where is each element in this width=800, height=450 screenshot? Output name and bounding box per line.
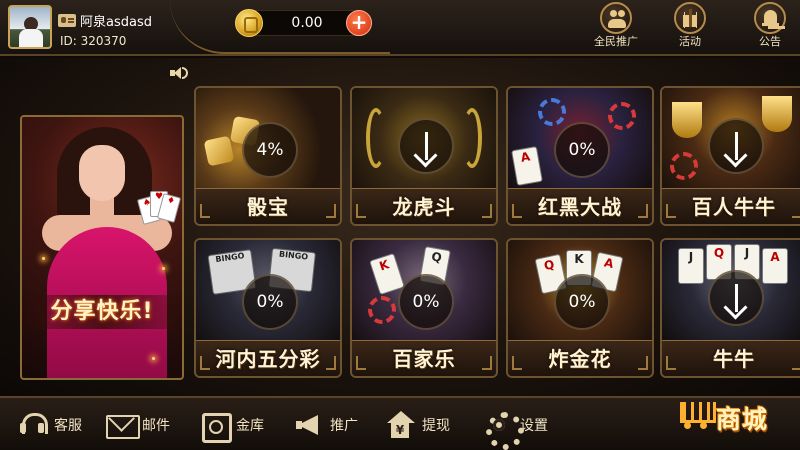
nav-withdraw[interactable]: 提现 — [386, 410, 450, 440]
user-id: ID: 320370 — [60, 34, 127, 48]
top-bar: 阿泉asdasd ID: 320370 0.00 + 全民推广 活动 公告 — [0, 0, 800, 56]
coin-icon — [235, 9, 263, 37]
balance-value: 0.00 — [291, 15, 323, 31]
gift-icon — [674, 2, 706, 34]
chip-icon — [608, 102, 636, 130]
game-tile-baccarat[interactable]: K Q 0% 百家乐 — [350, 238, 498, 378]
nav-promote[interactable]: 推广 — [294, 410, 358, 440]
nav-label: 推广 — [330, 418, 358, 434]
balance-box: 0.00 + — [235, 9, 372, 37]
nav-label: 设置 — [520, 418, 548, 434]
promo-girl-face — [79, 145, 125, 201]
game-tile-red-black[interactable]: A 0% 红黑大战 — [506, 86, 654, 226]
download-progress: 0% — [242, 274, 298, 330]
promo-banner[interactable]: ♠ ♥ ♦ 分享快乐! — [20, 115, 184, 380]
laurel-icon — [366, 108, 386, 168]
withdraw-house-icon — [386, 411, 416, 439]
dice-icon — [203, 135, 235, 167]
game-tile-hanoi-lottery[interactable]: BINGO BINGO 0% 河内五分彩 — [194, 238, 342, 378]
id-card-icon — [58, 14, 76, 27]
card-icon: A — [762, 248, 788, 284]
download-progress: 0% — [398, 274, 454, 330]
download-icon[interactable] — [708, 118, 764, 174]
avatar-body — [19, 29, 43, 47]
announcements-button[interactable]: 公告 — [746, 2, 794, 49]
sparkle — [162, 267, 165, 270]
download-progress: 0% — [554, 122, 610, 178]
game-name: 牛牛 — [713, 347, 755, 371]
nav-label: 提现 — [422, 418, 450, 434]
nav-label: 邮件 — [142, 418, 170, 434]
game-tile-hundred-niuniu[interactable]: 百人牛牛 — [660, 86, 800, 226]
chip-icon — [670, 152, 698, 180]
game-name: 百家乐 — [392, 347, 456, 371]
game-name: 龙虎斗 — [392, 195, 456, 219]
megaphone-icon — [294, 411, 324, 439]
username: 阿泉asdasd — [80, 15, 152, 30]
mail-icon — [106, 411, 140, 439]
game-tile-sicbo[interactable]: 4% 骰宝 — [194, 86, 342, 226]
download-icon[interactable] — [708, 270, 764, 326]
nav-label: 金库 — [236, 418, 264, 434]
add-funds-button[interactable]: + — [346, 10, 372, 36]
announcements-label: 公告 — [759, 35, 781, 48]
game-tile-niuniu[interactable]: J Q J A 牛牛 — [660, 238, 800, 378]
card-icon: A — [511, 146, 543, 186]
sparkle — [152, 357, 155, 360]
nav-label: 客服 — [54, 418, 82, 434]
people-icon — [600, 2, 632, 34]
bell-icon — [754, 2, 786, 34]
trophy-icon — [762, 96, 792, 132]
download-icon[interactable] — [398, 118, 454, 174]
game-name: 骰宝 — [247, 195, 289, 219]
laurel-icon — [462, 108, 482, 168]
game-tile-dragon-tiger[interactable]: 龙虎斗 — [350, 86, 498, 226]
game-name: 炸金花 — [548, 347, 612, 371]
nav-mail[interactable]: 邮件 — [106, 410, 170, 440]
chip-icon — [368, 296, 396, 324]
download-progress: 0% — [554, 274, 610, 330]
trophy-icon — [672, 102, 702, 138]
safe-icon — [200, 411, 232, 443]
events-label: 活动 — [679, 35, 701, 48]
nav-settings[interactable]: 设置 — [484, 410, 548, 450]
gear-icon — [484, 411, 524, 450]
game-tile-golden-flower[interactable]: Q K A 0% 炸金花 — [506, 238, 654, 378]
nav-vault[interactable]: 金库 — [200, 410, 264, 443]
shop-button[interactable]: 商城 — [670, 388, 798, 446]
events-button[interactable]: 活动 — [666, 2, 714, 49]
chip-icon — [538, 98, 566, 126]
playing-cards-icon: ♠ ♥ ♦ — [136, 187, 182, 233]
avatar[interactable] — [8, 5, 52, 49]
game-name: 河内五分彩 — [215, 347, 321, 371]
promo-title: 分享快乐! — [22, 295, 182, 329]
card-icon: J — [678, 248, 704, 284]
game-name: 百人牛牛 — [692, 195, 776, 219]
card-icon: K — [369, 252, 405, 296]
username-row: 阿泉asdasd — [58, 11, 152, 30]
promotion-all-label: 全民推广 — [594, 35, 638, 48]
promotion-all-button[interactable]: 全民推广 — [592, 2, 640, 49]
nav-customer-service[interactable]: 客服 — [18, 410, 82, 440]
headset-icon — [18, 411, 48, 439]
download-progress: 4% — [242, 122, 298, 178]
cart-icon — [674, 398, 716, 429]
shop-label: 商城 — [716, 405, 769, 434]
game-name: 红黑大战 — [538, 195, 622, 219]
sparkle — [42, 257, 45, 260]
